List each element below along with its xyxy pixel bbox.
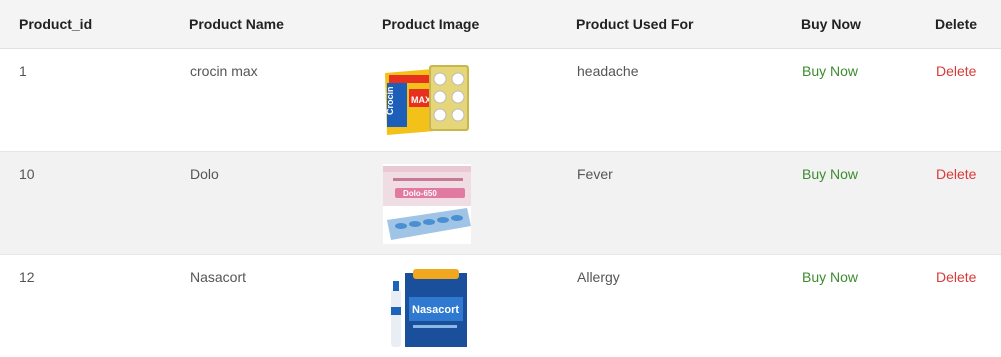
buy-now-link[interactable]: Buy Now [802,166,858,182]
cell-product-image: Nasacort [382,254,576,357]
table-row: 12 Nasacort Nasacort Allergy Buy Now Del… [0,254,1001,357]
cell-product-image: MAX Crocin [382,48,576,152]
header-buy-now: Buy Now [801,0,935,49]
crocin-max-box-image: MAX Crocin [383,60,471,141]
cell-delete: Delete [935,48,1001,152]
cell-delete: Delete [935,151,1001,255]
header-product-id: Product_id [0,0,189,49]
buy-now-link[interactable]: Buy Now [802,63,858,79]
svg-text:Crocin: Crocin [385,86,395,115]
header-product-name: Product Name [189,0,382,49]
dolo-650-strip-image: Dolo-650 [383,163,471,244]
header-product-used-for: Product Used For [576,0,801,49]
cell-product-name: crocin max [189,48,382,152]
header-product-image: Product Image [382,0,576,49]
table-header: Product_id Product Name Product Image Pr… [0,0,1001,49]
cell-product-name: Nasacort [190,268,247,285]
cell-product-name: Dolo [189,151,382,255]
svg-text:Dolo-650: Dolo-650 [403,189,437,198]
header-delete: Delete [935,0,1001,49]
table-body: 1 crocin max MAX Crocin headache Buy Now… [0,48,1001,357]
buy-now-link[interactable]: Buy Now [802,269,858,285]
cell-product-image: Dolo-650 [382,151,576,255]
products-page: Product_id Product Name Product Image Pr… [0,0,1001,347]
cell-product-id: 1 [0,48,189,152]
cell-product-used-for: headache [576,48,801,152]
cell-buy-now: Buy Now [801,151,935,255]
cell-product-id: 12 [19,268,35,285]
cell-product-used-for: Fever [576,151,801,255]
cell-product-id: 10 [0,151,189,255]
svg-text:Nasacort: Nasacort [412,304,459,316]
products-table: Product_id Product Name Product Image Pr… [0,0,1001,357]
svg-text:MAX: MAX [411,95,431,105]
table-row: 1 crocin max MAX Crocin headache Buy Now… [0,48,1001,152]
delete-link[interactable]: Delete [936,166,976,182]
delete-link[interactable]: Delete [936,269,976,285]
cell-product-used-for: Allergy [577,268,620,285]
cell-buy-now: Buy Now [801,48,935,152]
delete-link[interactable]: Delete [936,63,976,79]
cell-buy-now: Buy Now [801,254,935,357]
header-row: Product_id Product Name Product Image Pr… [0,0,1001,49]
nasacort-spray-box-image: Nasacort [383,266,471,347]
cell-delete: Delete [935,254,1001,357]
table-row: 10 Dolo Dolo-650 Fever Buy Now Delete [0,151,1001,255]
